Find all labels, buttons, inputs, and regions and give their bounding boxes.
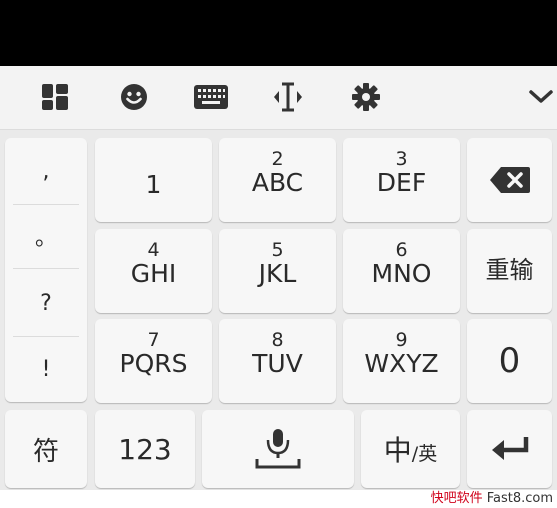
status-bar-area (0, 0, 557, 66)
chevron-down-icon[interactable] (525, 80, 557, 114)
cursor-icon[interactable] (268, 80, 308, 114)
watermark-brand: 快吧软件 (430, 491, 483, 506)
watermark: 快吧软件 Fast8.com (0, 490, 557, 508)
enter-button[interactable] (467, 410, 552, 488)
backspace-icon (467, 138, 552, 222)
language-toggle-button[interactable]: 中/英 (361, 410, 460, 488)
emoji-icon[interactable] (114, 80, 154, 114)
keyboard-icon[interactable] (191, 80, 231, 114)
key-letters: WXYZ (364, 349, 439, 378)
punct-period-key[interactable]: 。 (13, 205, 79, 267)
key-number: 7 (147, 329, 160, 351)
key-number: 2 (271, 148, 284, 170)
key-letters: TUV (252, 349, 303, 378)
numbers-button[interactable]: 123 (95, 410, 195, 488)
lang-alt-label: /英 (411, 442, 438, 465)
language-toggle: 中/英 (361, 410, 460, 488)
key-1[interactable]: 1 (95, 138, 212, 222)
punct-divider (13, 336, 79, 337)
key-6-mno[interactable]: 6 MNO (343, 229, 460, 313)
watermark-domain: Fast8.com (482, 491, 553, 506)
key-9-wxyz[interactable]: 9 WXYZ (343, 319, 460, 403)
key-1-label: 1 (145, 169, 162, 199)
key-number: 3 (395, 148, 408, 170)
keyboard-toolbar (0, 66, 557, 130)
key-4-ghi[interactable]: 4 GHI (95, 229, 212, 313)
lang-main-label: 中 (383, 434, 412, 467)
punctuation-column[interactable]: , 。 ? ! (5, 138, 87, 402)
numbers-label: 123 (118, 432, 172, 466)
space-voice-button[interactable] (202, 410, 354, 488)
reinput-label: 重输 (485, 255, 534, 284)
key-number: 8 (271, 329, 284, 351)
key-8-tuv[interactable]: 8 TUV (219, 319, 336, 403)
microphone-space-icon (202, 410, 354, 488)
key-letters: JKL (258, 259, 297, 288)
key-letters: PQRS (119, 349, 188, 378)
punct-divider (13, 268, 79, 269)
key-letters: ABC (251, 168, 304, 197)
key-0-label: 0 (498, 341, 521, 381)
key-number: 4 (147, 239, 160, 261)
key-7-pqrs[interactable]: 7 PQRS (95, 319, 212, 403)
gear-icon[interactable] (346, 80, 386, 114)
key-5-jkl[interactable]: 5 JKL (219, 229, 336, 313)
key-letters: GHI (130, 259, 177, 288)
reinput-button[interactable]: 重输 (467, 229, 552, 313)
enter-icon (467, 410, 552, 488)
punct-comma-key[interactable]: , (13, 140, 79, 202)
key-number: 6 (395, 239, 408, 261)
punct-question-key[interactable]: ? (13, 272, 79, 334)
layout-icon[interactable] (35, 80, 75, 114)
key-letters: MNO (371, 259, 432, 288)
key-0[interactable]: 0 (467, 319, 552, 403)
key-number: 5 (271, 239, 284, 261)
keyboard: , 。 ? ! 1 2 ABC 3 DEF 4 GHI 5 JKL 6 MNO … (0, 130, 557, 490)
symbol-button[interactable]: 符 (5, 410, 87, 488)
key-number: 9 (395, 329, 408, 351)
symbol-label: 符 (32, 436, 59, 467)
key-letters: DEF (376, 168, 427, 197)
punct-exclamation-key[interactable]: ! (13, 338, 79, 400)
key-2-abc[interactable]: 2 ABC (219, 138, 336, 222)
backspace-button[interactable] (467, 138, 552, 222)
key-3-def[interactable]: 3 DEF (343, 138, 460, 222)
